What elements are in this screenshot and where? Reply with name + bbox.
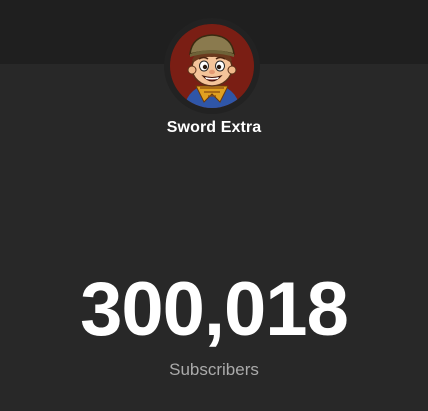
channel-name[interactable]: Sword Extra <box>0 119 428 137</box>
channel-avatar-ring[interactable] <box>164 18 260 114</box>
subscriber-counter-page: Sword Extra 300,018 Subscribers <box>0 0 428 411</box>
avatar[interactable] <box>170 24 254 108</box>
subscriber-count: 300,018 <box>80 267 349 352</box>
cartoon-character-icon <box>170 24 254 108</box>
subscriber-label: Subscribers <box>169 360 259 379</box>
